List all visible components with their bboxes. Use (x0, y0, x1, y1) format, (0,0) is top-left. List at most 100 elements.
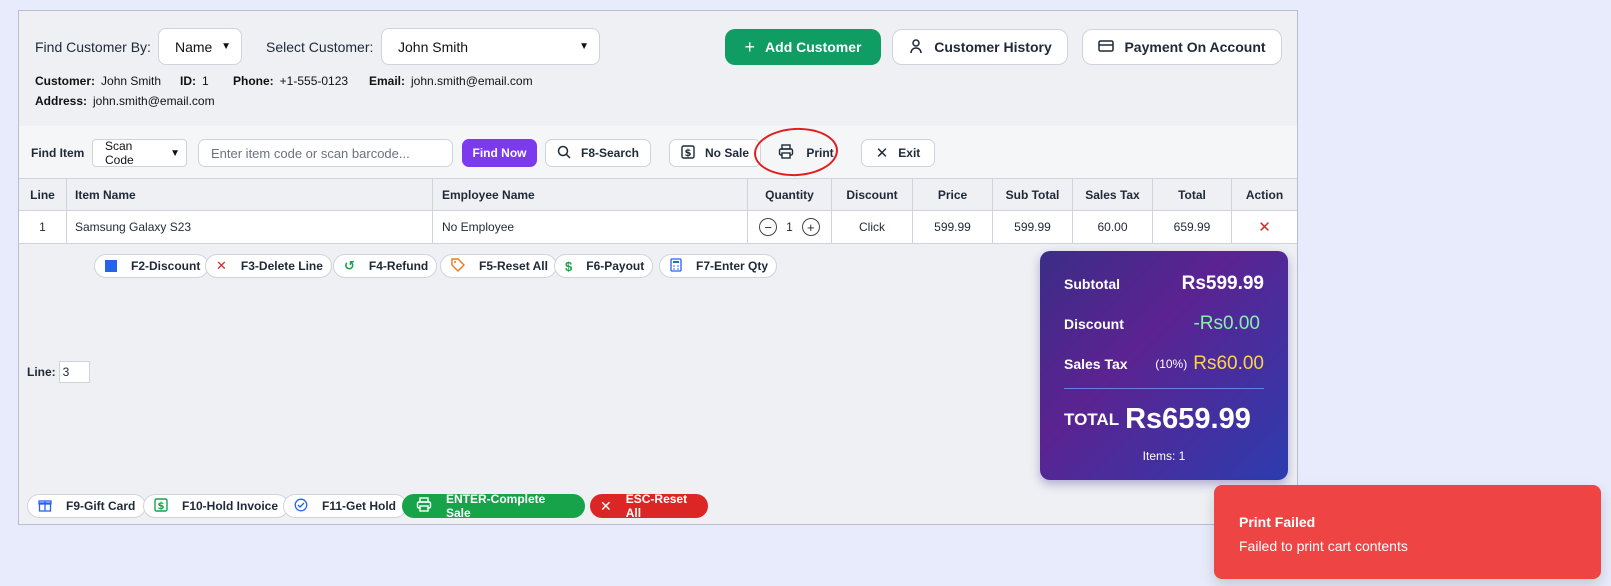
row-sales-tax: 60.00 (1073, 211, 1153, 243)
plus-icon[interactable]: + (801, 218, 820, 236)
no-sale-button[interactable]: $ No Sale (669, 139, 761, 167)
customer-value: John Smith (101, 74, 162, 88)
total-row: TOTAL Rs659.99 (1064, 403, 1264, 436)
f3-label: F3-Delete Line (240, 259, 323, 273)
f7-enter-qty-button[interactable]: F7-Enter Qty (659, 254, 778, 278)
esc-reset-all-button[interactable]: ✕ ESC-Reset All (590, 492, 708, 520)
f2-discount-button[interactable]: F2-Discount (94, 254, 210, 278)
complete-sale-button[interactable]: ENTER-Complete Sale (402, 492, 585, 520)
customer-history-button[interactable]: Customer History (892, 29, 1068, 65)
customer-section: Find Customer By: Name ▼ Select Customer… (19, 11, 1297, 126)
table-row[interactable]: 1 Samsung Galaxy S23 No Employee − 1 + C… (19, 211, 1297, 244)
line-label: Line: (27, 365, 56, 379)
id-label: ID: (180, 74, 196, 88)
f11-get-hold-button[interactable]: F11-Get Hold (283, 494, 408, 518)
row-employee[interactable]: No Employee (433, 211, 748, 243)
delete-row-icon[interactable]: ✕ (1232, 211, 1297, 243)
add-customer-button[interactable]: + Add Customer (725, 29, 881, 65)
search-icon (557, 145, 571, 162)
find-now-button[interactable]: Find Now (462, 139, 537, 167)
phone-value: +1-555-0123 (279, 74, 349, 88)
f10-hold-invoice-button[interactable]: $ F10-Hold Invoice (143, 494, 290, 518)
cart-table: Line Item Name Employee Name Quantity Di… (19, 178, 1297, 244)
item-code-input[interactable]: Enter item code or scan barcode... (198, 139, 453, 167)
minus-icon[interactable]: − (759, 218, 778, 236)
col-quantity: Quantity (748, 179, 832, 210)
find-customer-by-select[interactable]: Name ▼ (158, 28, 242, 65)
customer-email-info: Email: john.smith@email.com (369, 74, 533, 88)
row-discount[interactable]: Click (832, 211, 913, 243)
sales-tax-value: Rs60.00 (1193, 353, 1264, 374)
payment-on-account-label: Payment On Account (1124, 39, 1266, 55)
credit-card-icon (1098, 39, 1115, 56)
f9-label: F9-Gift Card (66, 499, 136, 513)
no-sale-label: No Sale (704, 146, 749, 160)
close-icon: ✕ (875, 145, 889, 162)
row-quantity: − 1 + (748, 211, 832, 243)
phone-label: Phone: (233, 74, 274, 88)
exit-button[interactable]: ✕ Exit (861, 139, 935, 167)
col-action: Action (1245, 187, 1284, 202)
f8-search-button[interactable]: F8-Search (545, 139, 651, 167)
customer-address-info: Address: john.smith@email.com (35, 94, 215, 108)
close-icon: ✕ (216, 258, 227, 273)
f6-payout-button[interactable]: $ F6-Payout (554, 254, 654, 278)
col-sales-tax: Sales Tax (1073, 179, 1153, 210)
search-mode-value: Scan Code (105, 139, 134, 167)
col-discount: Discount (832, 179, 913, 210)
gift-icon (38, 498, 52, 515)
row-item-name: Samsung Galaxy S23 (67, 211, 433, 243)
square-icon (105, 260, 117, 272)
customer-history-label: Customer History (934, 39, 1052, 55)
printer-icon (416, 497, 432, 515)
item-code-placeholder: Enter item code or scan barcode... (211, 145, 410, 161)
f3-delete-line-button[interactable]: ✕ F3-Delete Line (205, 254, 332, 278)
f4-label: F4-Refund (368, 259, 429, 273)
subtotal-label: Subtotal (1064, 276, 1120, 292)
payment-on-account-button[interactable]: Payment On Account (1082, 29, 1282, 65)
items-count: Items: 1 (1142, 449, 1186, 463)
chevron-down-icon: ▼ (221, 41, 231, 52)
customer-label: Customer: (35, 74, 96, 88)
discount-label: Discount (1064, 316, 1124, 332)
svg-text:$: $ (685, 148, 692, 159)
f9-gift-card-button[interactable]: F9-Gift Card (27, 494, 147, 518)
col-item-name: Item Name (67, 179, 433, 210)
check-circle-icon (294, 498, 308, 515)
calculator-icon (670, 257, 682, 275)
selected-customer-value: John Smith (398, 38, 469, 55)
f5-reset-all-button[interactable]: F5-Reset All (440, 254, 557, 278)
customer-phone-info: Phone: +1-555-0123 (233, 74, 348, 88)
f6-label: F6-Payout (586, 259, 645, 273)
dollar-box-icon: $ (681, 144, 695, 162)
line-input[interactable]: 3 (58, 361, 90, 383)
f2-label: F2-Discount (131, 259, 201, 273)
red-annotation-circle (752, 125, 840, 179)
complete-sale-label: ENTER-Complete Sale (446, 492, 546, 520)
col-employee-name: Employee Name (433, 179, 748, 210)
address-value: john.smith@email.com (93, 94, 215, 108)
f4-refund-button[interactable]: ↺ F4-Refund (333, 254, 438, 278)
toast-title: Print Failed (1239, 514, 1316, 530)
f8-search-label: F8-Search (580, 146, 640, 160)
row-line: 1 (19, 211, 67, 243)
f10-label: F10-Hold Invoice (182, 499, 279, 513)
error-toast[interactable]: Print Failed Failed to print cart conten… (1214, 485, 1601, 579)
subtotal-value: Rs599.99 (1181, 273, 1264, 294)
row-price: 599.99 (913, 211, 993, 243)
find-customer-by-value: Name (175, 38, 213, 55)
select-customer-select[interactable]: John Smith ▼ (381, 28, 600, 65)
plus-icon: + (744, 36, 756, 57)
item-search-mode-select[interactable]: Scan Code ▼ (92, 139, 187, 167)
dollar-icon: $ (565, 258, 573, 274)
col-subtotal: Sub Total (993, 179, 1073, 210)
refresh-icon: ↺ (344, 258, 355, 273)
esc-label: ESC-Reset All (625, 492, 688, 520)
tag-icon (451, 257, 465, 275)
address-label: Address: (35, 94, 88, 108)
total-value: Rs659.99 (1125, 403, 1251, 435)
pos-panel: Find Customer By: Name ▼ Select Customer… (18, 10, 1298, 525)
summary-divider (1064, 388, 1264, 389)
col-total: Total (1153, 179, 1232, 210)
customer-name-info: Customer: John Smith (35, 74, 161, 88)
